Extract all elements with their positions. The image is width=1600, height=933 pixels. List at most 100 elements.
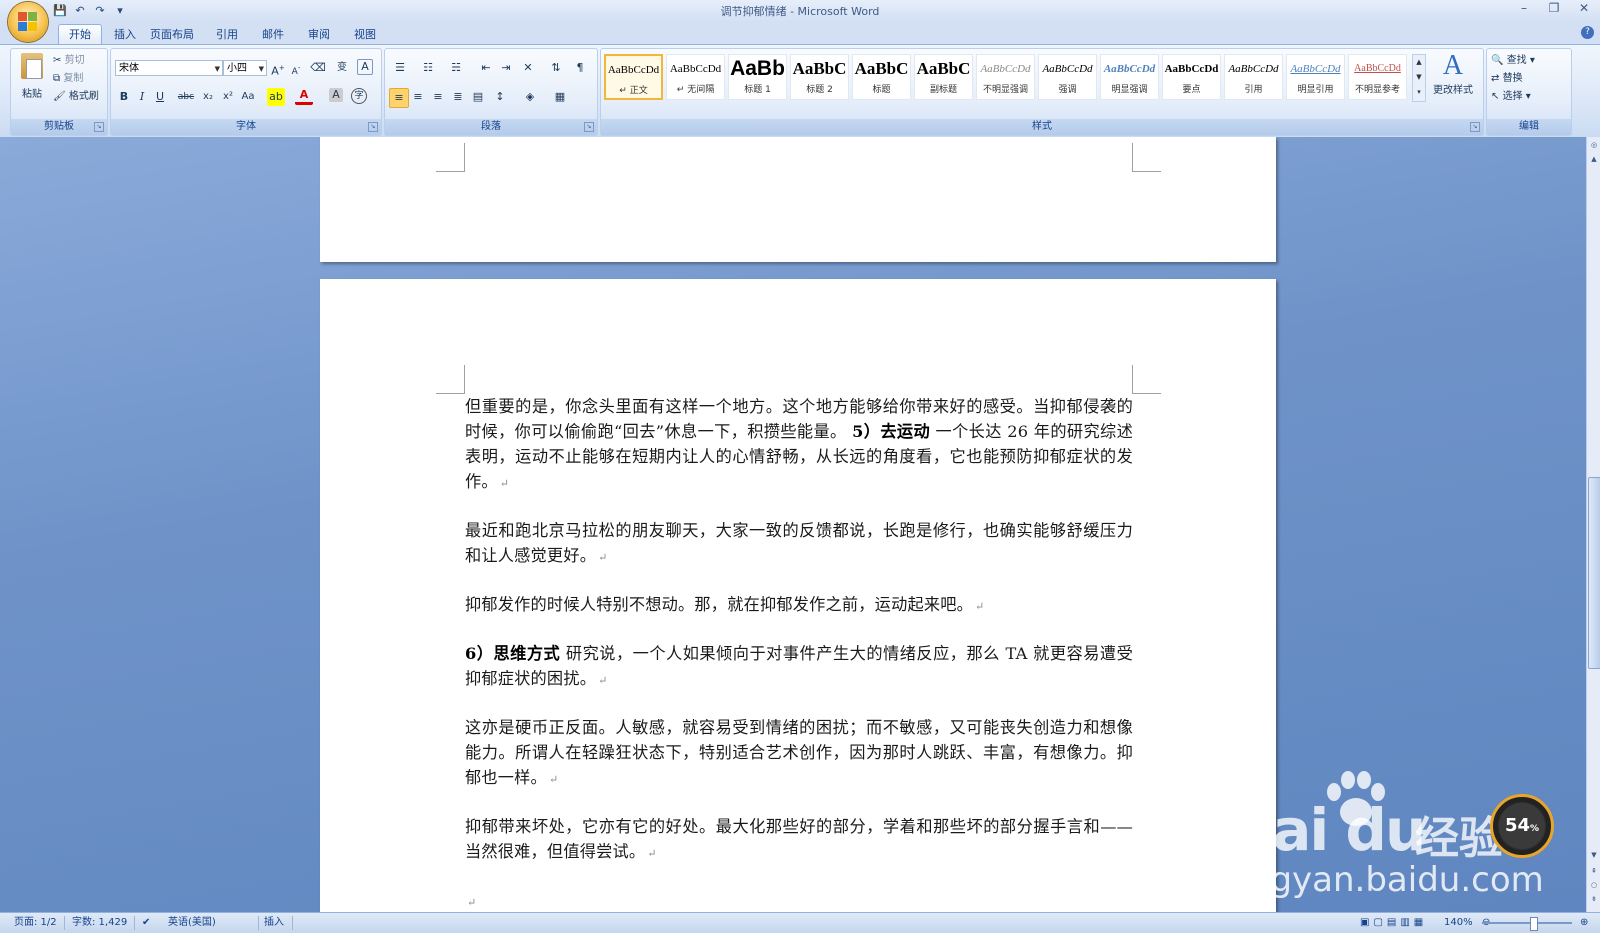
style-heading-2[interactable]: AaBbC 标题 2 [790,54,849,100]
justify-icon[interactable]: ≣ [449,88,467,106]
shrink-font-icon[interactable]: A- [287,59,305,77]
style-intense-emphasis[interactable]: AaBbCcDd 明显强调 [1100,54,1159,100]
change-styles-button[interactable]: A 更改样式 [1428,51,1478,109]
paragraph-launcher-icon[interactable]: ↘ [584,122,594,132]
distributed-icon[interactable]: ▤ [469,88,487,106]
style-title[interactable]: AaBbC 标题 [852,54,911,100]
bold-icon[interactable]: B [115,88,133,106]
font-size-combo[interactable]: 小四 ▼ [223,60,267,76]
page-indicator[interactable]: 页面: 1/2 [14,916,57,930]
line-spacing-icon[interactable]: ↕ [491,88,509,106]
scroll-thumb[interactable] [1588,477,1600,669]
font-launcher-icon[interactable]: ↘ [368,122,378,132]
paste-button[interactable]: 粘贴 [17,53,47,109]
find-button[interactable]: 🔍 查找 ▾ [1491,53,1535,69]
numbering-icon[interactable]: ☷ [419,59,437,77]
cut-button[interactable]: ✂ 剪切 [53,53,85,69]
title-bar: 💾 ↶ ↷ ▾ 调节抑郁情绪 - Microsoft Word – ❐ ✕ [0,0,1600,22]
strikethrough-icon[interactable]: abc [177,88,195,106]
scroll-up-icon[interactable]: ▲ [1588,153,1600,165]
zoom-level[interactable]: 140% [1444,916,1473,930]
styles-launcher-icon[interactable]: ↘ [1470,122,1480,132]
tab-mailings[interactable]: 邮件 [252,25,294,44]
change-case-icon[interactable]: Aa [239,88,257,106]
minimize-button[interactable]: – [1516,1,1532,15]
cursor-icon: ↖ [1491,91,1500,102]
clear-format-icon[interactable]: ⌫ [309,59,327,77]
select-button[interactable]: ↖ 选择 ▾ [1491,89,1531,105]
watermark-url: jingyan.baidu.com [1230,860,1544,900]
decrease-indent-icon[interactable]: ⇤ [477,59,495,77]
jingyan-label: 经验 [1415,813,1503,864]
subscript-icon[interactable]: x₂ [199,88,217,106]
progress-badge: 54% [1490,794,1554,858]
page-1 [320,137,1276,262]
clipboard-launcher-icon[interactable]: ↘ [94,122,104,132]
bullets-icon[interactable]: ☰ [391,59,409,77]
sort-icon[interactable]: ⇅ [547,59,565,77]
view-buttons[interactable]: ▣▢▤▥▦ [1360,916,1427,930]
asian-layout-icon[interactable]: ✕ [519,59,537,77]
increase-indent-icon[interactable]: ⇥ [497,59,515,77]
highlight-icon[interactable]: ab [267,88,285,106]
char-shading-icon[interactable]: A [329,88,343,102]
office-button[interactable] [8,2,48,42]
char-border-icon[interactable]: A [357,59,373,75]
tab-references[interactable]: 引用 [206,25,248,44]
proofing-icon[interactable]: ✔ [142,916,150,930]
grow-font-icon[interactable]: A+ [269,59,287,78]
language-indicator[interactable]: 英语(美国) [168,916,216,930]
style-subtle-reference[interactable]: AaBbCcDd 不明显参考 [1348,54,1407,100]
style-intense-quote[interactable]: AaBbCcDd 明显引用 [1286,54,1345,100]
paragraph-mark-icon: ↵ [975,600,985,613]
editing-group: 🔍 查找 ▾ ⇄ 替换 ↖ 选择 ▾ 编辑 [1486,48,1572,136]
restore-button[interactable]: ❐ [1546,1,1562,15]
document-body[interactable]: 但重要的是，你念头里面有这样一个地方。这个地方能够给你带来好的感受。当抑郁侵袭的… [465,394,1133,912]
phonetic-guide-icon[interactable]: 变 [333,59,351,77]
style-normal[interactable]: AaBbCcDd ↵ 正文 [604,54,663,100]
style-subtitle[interactable]: AaBbC 副标题 [914,54,973,100]
format-painter-button[interactable]: 🖌 格式刷 [53,89,99,105]
insert-mode[interactable]: 插入 [264,916,284,930]
help-icon[interactable]: ? [1581,26,1594,39]
align-left-icon[interactable]: ≡ [389,88,409,108]
copy-button[interactable]: ⧉ 复制 [53,71,83,87]
replace-button[interactable]: ⇄ 替换 [1491,71,1523,87]
tab-view[interactable]: 视图 [344,25,386,44]
zoom-thumb[interactable] [1530,917,1538,931]
superscript-icon[interactable]: x² [219,88,237,106]
italic-icon[interactable]: I [133,88,151,106]
borders-icon[interactable]: ▦ [551,88,569,106]
style-heading-1[interactable]: AaBb 标题 1 [728,54,787,100]
style-no-spacing[interactable]: AaBbCcDd ↵ 无间隔 [666,54,725,100]
page-2[interactable]: 但重要的是，你念头里面有这样一个地方。这个地方能够给你带来好的感受。当抑郁侵袭的… [320,279,1276,912]
tab-review[interactable]: 审阅 [298,25,340,44]
multilevel-list-icon[interactable]: ☵ [447,59,465,77]
align-right-icon[interactable]: ≡ [429,88,447,106]
styles-group-label: 样式 [601,119,1483,135]
zoom-in-icon[interactable]: ⊕ [1580,916,1588,930]
binoculars-icon: 🔍 [1491,55,1504,66]
close-button[interactable]: ✕ [1576,1,1592,15]
ruler-toggle-icon[interactable]: ◎ [1588,139,1600,151]
styles-gallery-scroll[interactable]: ▲ ▼ ▾ [1412,54,1426,102]
word-count[interactable]: 字数: 1,429 [72,916,127,930]
underline-icon[interactable]: U [151,88,169,106]
style-emphasis[interactable]: AaBbCcDd 强调 [1038,54,1097,100]
align-center-icon[interactable]: ≡ [409,88,427,106]
tab-page-layout[interactable]: 页面布局 [140,25,204,44]
chevron-down-icon: ▼ [214,65,220,73]
shading-icon[interactable]: ◈ [521,88,539,106]
font-color-icon[interactable]: A [295,88,313,105]
editing-group-label: 编辑 [1487,119,1571,135]
paragraph-mark-icon: ↵ [647,847,657,860]
zoom-slider[interactable] [1482,917,1572,931]
ribbon: 粘贴 ✂ 剪切 ⧉ 复制 🖌 格式刷 剪贴板 ↘ 宋体 ▼ 小四 ▼ A+ A- ⌫… [0,44,1600,138]
enclose-char-icon[interactable]: 字 [351,88,367,104]
style-quote[interactable]: AaBbCcDd 引用 [1224,54,1283,100]
tab-home[interactable]: 开始 [58,24,102,44]
show-marks-icon[interactable]: ¶ [571,59,589,77]
style-strong[interactable]: AaBbCcDd 要点 [1162,54,1221,100]
style-subtle-emphasis[interactable]: AaBbCcDd 不明显强调 [976,54,1035,100]
font-name-combo[interactable]: 宋体 ▼ [115,60,223,76]
